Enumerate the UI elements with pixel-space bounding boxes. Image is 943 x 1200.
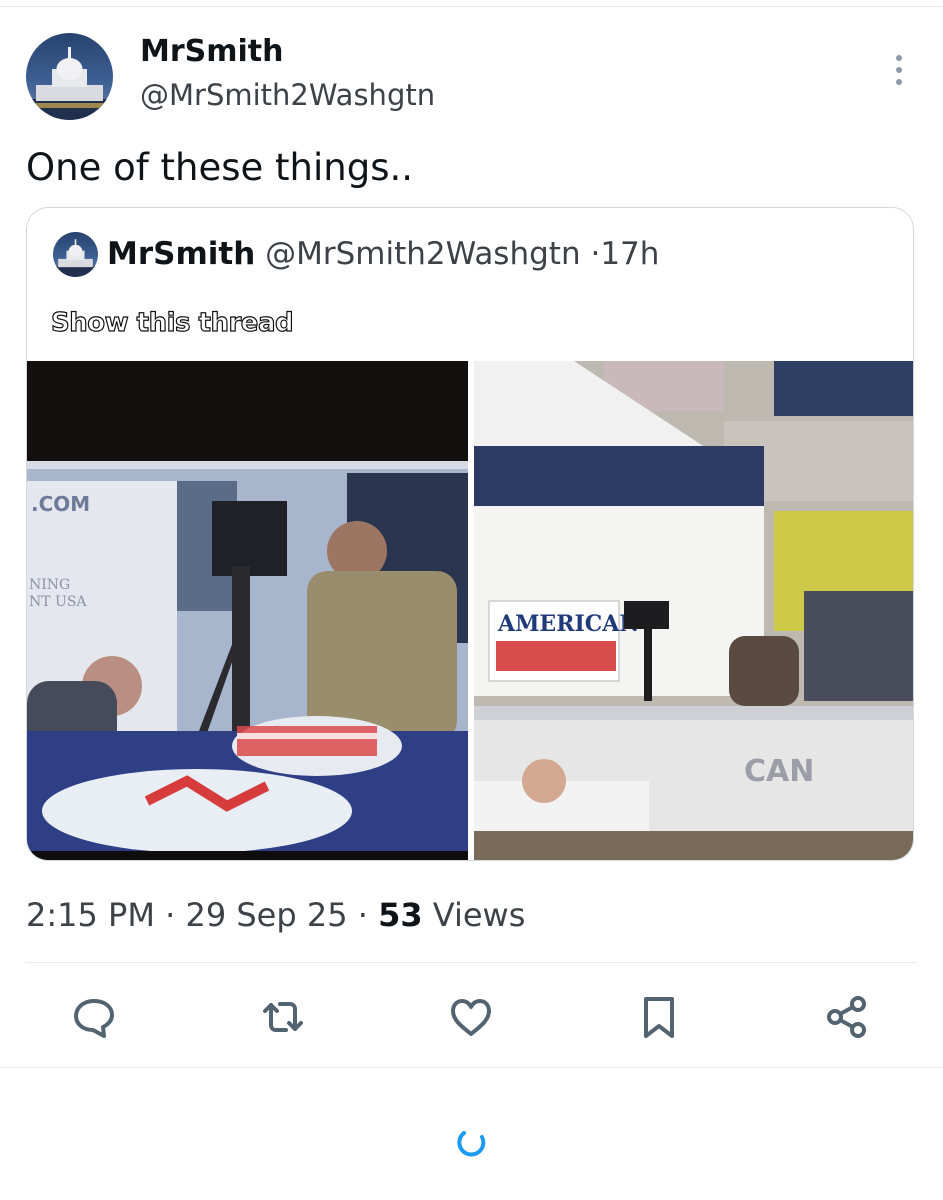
bottom-divider [0,1067,943,1068]
quoted-author-avatar[interactable] [53,232,98,277]
tweet-text: One of these things.. [26,146,414,189]
media-right-text: CAN [744,754,814,789]
more-options-icon[interactable] [886,50,912,90]
quoted-media-left[interactable]: .COM NING NT USA [27,361,468,860]
views-label[interactable]: Views [433,896,526,934]
views-count[interactable]: 53 [378,896,423,934]
capitol-avatar-image [26,47,113,120]
media-left-text: NING [29,577,70,593]
quoted-tweet[interactable]: MrSmith @MrSmith2Washgtn ·17h Show this … [26,207,914,861]
media-left-text: .COM [31,492,90,516]
tweet-meta: 2:15 PM · 29 Sep 25 · 53 Views [26,892,525,938]
meta-separator: · [165,896,176,934]
like-icon[interactable] [447,993,495,1041]
media-left-image: .COM NING NT USA [27,361,468,860]
quoted-media-right[interactable]: AMERICAN CAN [474,361,913,860]
capitol-avatar-image [53,239,98,277]
author-name[interactable]: MrSmith [140,33,284,71]
meta-separator: · [357,896,368,934]
quoted-tweet-age[interactable]: 17h [600,236,659,272]
author-handle[interactable]: @MrSmith2Washgtn [140,77,435,113]
bookmark-icon[interactable] [635,993,683,1041]
top-divider [0,6,943,7]
tweet-date[interactable]: 29 Sep 25 [185,896,347,934]
quoted-author-name[interactable]: MrSmith [107,236,255,272]
dot [896,79,902,85]
media-right-image: AMERICAN CAN [474,361,913,860]
quoted-separator: · [590,236,601,272]
media-left-text: NT USA [29,594,87,610]
share-icon[interactable] [823,993,871,1041]
dot [896,55,902,61]
quoted-tweet-header: MrSmith @MrSmith2Washgtn ·17h [107,232,659,276]
show-thread-link[interactable]: Show this thread [50,305,294,341]
author-avatar[interactable] [26,33,113,120]
quoted-author-handle[interactable]: @MrSmith2Washgtn [265,236,580,272]
dot [896,67,902,73]
reply-icon[interactable] [70,993,118,1041]
tweet-time[interactable]: 2:15 PM [26,896,155,934]
actions-divider [26,962,917,963]
media-right-text: AMERICAN [497,611,639,637]
retweet-icon[interactable] [259,993,307,1041]
loading-spinner-icon [454,1123,490,1159]
